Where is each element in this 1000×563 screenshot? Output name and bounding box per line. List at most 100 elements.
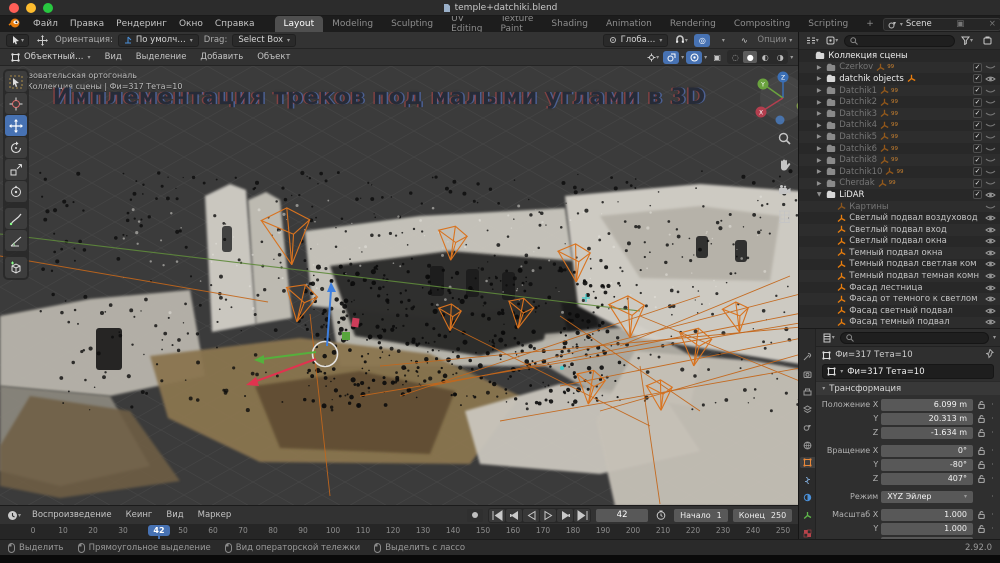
menu-0[interactable]: Файл <box>27 18 64 30</box>
collection-checkbox[interactable]: ✓ <box>973 86 982 95</box>
viewport-canvas[interactable]: ZYX Пользовательская ортогональ (42) Кол… <box>0 66 798 505</box>
eye-open-icon[interactable] <box>985 226 996 234</box>
eye-closed-icon[interactable] <box>985 110 996 118</box>
pin-icon[interactable] <box>986 349 994 362</box>
eye-closed-icon[interactable] <box>985 87 996 95</box>
auto-keying-button[interactable] <box>467 509 483 522</box>
collection-checkbox[interactable]: ✓ <box>973 121 982 130</box>
outliner-item-фасад-темный-подвал[interactable]: Фасад темный подвал <box>799 317 1000 328</box>
eye-closed-icon[interactable] <box>985 145 996 153</box>
animate-dot[interactable]: · <box>989 474 996 483</box>
collection-checkbox[interactable]: ✓ <box>973 179 982 188</box>
proportional-edit-toggle[interactable]: ◎ <box>694 34 710 47</box>
annotate-tool[interactable] <box>5 208 27 229</box>
move-tool-icon[interactable] <box>34 34 50 47</box>
transform-value-field[interactable]: 0° <box>881 445 973 457</box>
collection-checkbox[interactable]: ✓ <box>973 74 982 83</box>
properties-tab-output[interactable] <box>800 386 815 398</box>
workspace-tab-modeling[interactable]: Modeling <box>323 16 382 32</box>
scene-selector[interactable]: ▾ Scene ▣ × <box>883 18 1000 31</box>
collection-checkbox[interactable]: ✓ <box>973 132 982 141</box>
eye-open-icon[interactable] <box>985 307 996 315</box>
new-scene-button[interactable]: ▣ <box>956 19 964 29</box>
expand-arrow-icon[interactable]: ▶ <box>815 122 823 129</box>
lock-open-icon[interactable] <box>978 447 985 455</box>
outliner-item-картины[interactable]: Картины <box>799 201 1000 213</box>
outliner-item-datchik-objects[interactable]: ▶datchik objects✓ <box>799 73 1000 85</box>
lock-open-icon[interactable] <box>978 511 985 519</box>
outliner-options-icon[interactable] <box>979 34 995 47</box>
transform-value-field[interactable]: 6.099 m <box>881 399 973 411</box>
properties-tab-object-data[interactable] <box>800 510 815 522</box>
add-cube-tool[interactable] <box>5 257 27 278</box>
active-tool-button[interactable]: ▾ <box>6 34 29 47</box>
viewport-menu-2[interactable]: Добавить <box>194 51 249 63</box>
animate-dot[interactable]: · <box>989 446 996 455</box>
timeline-menu-1[interactable]: Кеинг <box>120 509 159 521</box>
properties-tab-world[interactable] <box>800 439 815 451</box>
play-reverse-button[interactable] <box>523 509 539 522</box>
outliner-item-datchik10[interactable]: ▶Datchik1099✓ <box>799 166 1000 178</box>
workspace-tab-layout[interactable]: Layout <box>275 16 324 32</box>
navigation-gizmo[interactable]: ZYX <box>756 72 799 125</box>
grid-perspective-icon[interactable] <box>778 208 791 227</box>
move-tool[interactable] <box>5 115 27 136</box>
outliner-item-светлый-подвал-окна[interactable]: Светлый подвал окна <box>799 236 1000 248</box>
collection-checkbox[interactable]: ✓ <box>973 156 982 165</box>
shading-rendered-button[interactable]: ◑ <box>773 51 787 63</box>
jump-to-end-button[interactable] <box>574 509 590 522</box>
eye-closed-icon[interactable] <box>985 121 996 129</box>
transform-value-field[interactable]: 407° <box>881 473 973 485</box>
outliner-item-темный-подвал-темная-комн[interactable]: Темный подвал темная комн <box>799 270 1000 282</box>
show-overlays-toggle[interactable] <box>663 51 679 64</box>
expand-arrow-icon[interactable]: ▶ <box>815 99 823 106</box>
workspace-tab-uv-editing[interactable]: UV Editing <box>442 16 491 32</box>
xray-toggle[interactable] <box>686 51 702 64</box>
timeline-menu-0[interactable]: Воспроизведение <box>26 509 118 521</box>
outliner-item-datchik3[interactable]: ▶Datchik399✓ <box>799 108 1000 120</box>
snap-toggle[interactable]: ∿ <box>736 34 752 47</box>
snap-magnet-icon[interactable]: ▾ <box>673 34 689 47</box>
lock-open-icon[interactable] <box>978 415 985 423</box>
properties-tab-object[interactable] <box>800 457 815 469</box>
collection-checkbox[interactable]: ✓ <box>973 190 982 199</box>
options-dropdown[interactable]: Опции ▾ <box>757 35 792 45</box>
blender-logo-icon[interactable] <box>8 18 21 31</box>
lock-open-icon[interactable] <box>978 461 985 469</box>
eye-open-icon[interactable] <box>985 260 996 268</box>
outliner-item-czerkov[interactable]: ▶Czerkov99✓ <box>799 62 1000 74</box>
eye-open-icon[interactable] <box>985 237 996 245</box>
workspace-tab-shading[interactable]: Shading <box>542 16 597 32</box>
menu-2[interactable]: Рендеринг <box>110 18 173 30</box>
xray-box-icon[interactable]: ▣ <box>709 51 725 64</box>
shading-material-button[interactable]: ◐ <box>758 51 772 63</box>
rotate-tool[interactable] <box>5 137 27 158</box>
orientation-dropdown[interactable]: По умолч… ▾ <box>118 34 199 47</box>
collection-checkbox[interactable]: ✓ <box>973 98 982 107</box>
workspace-tab-scripting[interactable]: Scripting <box>799 16 857 32</box>
frame-start-field[interactable]: Начало 1 <box>674 509 728 522</box>
expand-arrow-icon[interactable]: ▶ <box>815 168 823 175</box>
workspace-tab-rendering[interactable]: Rendering <box>661 16 725 32</box>
proportional-falloff-dropdown[interactable]: ▾ <box>715 34 731 47</box>
expand-arrow-icon[interactable]: ▼ <box>815 191 823 198</box>
properties-editor-type-icon[interactable]: ▾ <box>820 331 836 344</box>
eye-open-icon[interactable] <box>985 295 996 303</box>
scale-tool[interactable] <box>5 159 27 180</box>
properties-tab-scene[interactable] <box>800 422 815 434</box>
animate-dot[interactable]: · <box>989 428 996 437</box>
expand-arrow-icon[interactable]: ▶ <box>815 157 823 164</box>
eye-closed-icon[interactable] <box>985 156 996 164</box>
animate-dot[interactable]: · <box>989 400 996 409</box>
expand-arrow-icon[interactable]: ▶ <box>815 133 823 140</box>
use-preview-range-icon[interactable] <box>653 509 669 522</box>
eye-open-icon[interactable] <box>985 214 996 222</box>
transform-value-field[interactable]: -1.634 m <box>881 427 973 439</box>
transform-value-field[interactable]: 1.000 <box>881 523 973 535</box>
show-gizmo-dropdown[interactable]: ▾ <box>645 51 661 64</box>
cursor-tool[interactable] <box>5 93 27 114</box>
outliner-item-datchik5[interactable]: ▶Datchik599✓ <box>799 131 1000 143</box>
eye-closed-icon[interactable] <box>985 179 996 187</box>
menu-1[interactable]: Правка <box>64 18 110 30</box>
shading-wireframe-button[interactable]: ◌ <box>728 51 742 63</box>
